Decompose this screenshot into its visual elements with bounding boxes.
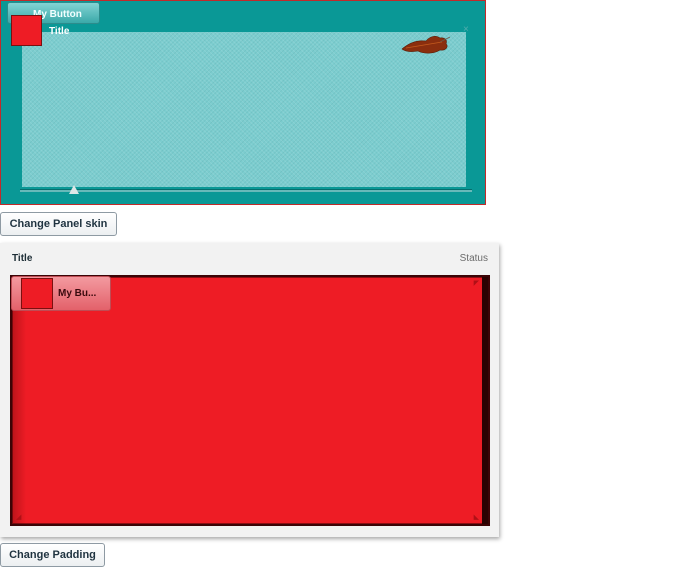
change-panel-skin-button[interactable]: Change Panel skin <box>0 212 117 236</box>
corner-marker-icon: ◤ <box>473 280 479 287</box>
red-swatch-icon <box>11 15 42 46</box>
panel-title: Title <box>49 26 70 37</box>
horizontal-slider[interactable] <box>20 189 472 192</box>
corner-marker-icon: ◢ <box>16 514 22 521</box>
panel-status: Status <box>459 253 488 264</box>
corner-marker-icon: ◣ <box>473 514 479 521</box>
leaf-icon <box>401 36 451 54</box>
panel-content-area: ◢ ◣ ◤ <box>10 275 490 526</box>
my-button-label: My Bu... <box>58 288 97 299</box>
panel-title: Title <box>12 253 33 264</box>
slider-thumb[interactable] <box>69 185 80 194</box>
content-edge <box>482 277 488 524</box>
content-shading <box>12 277 26 524</box>
skinned-panel: My Button Title × <box>0 0 486 205</box>
change-padding-button[interactable]: Change Padding <box>0 543 105 567</box>
stage: My Button Title × Change Panel skin Titl… <box>0 0 698 567</box>
close-icon[interactable]: × <box>463 25 469 35</box>
red-swatch-icon <box>21 278 53 309</box>
